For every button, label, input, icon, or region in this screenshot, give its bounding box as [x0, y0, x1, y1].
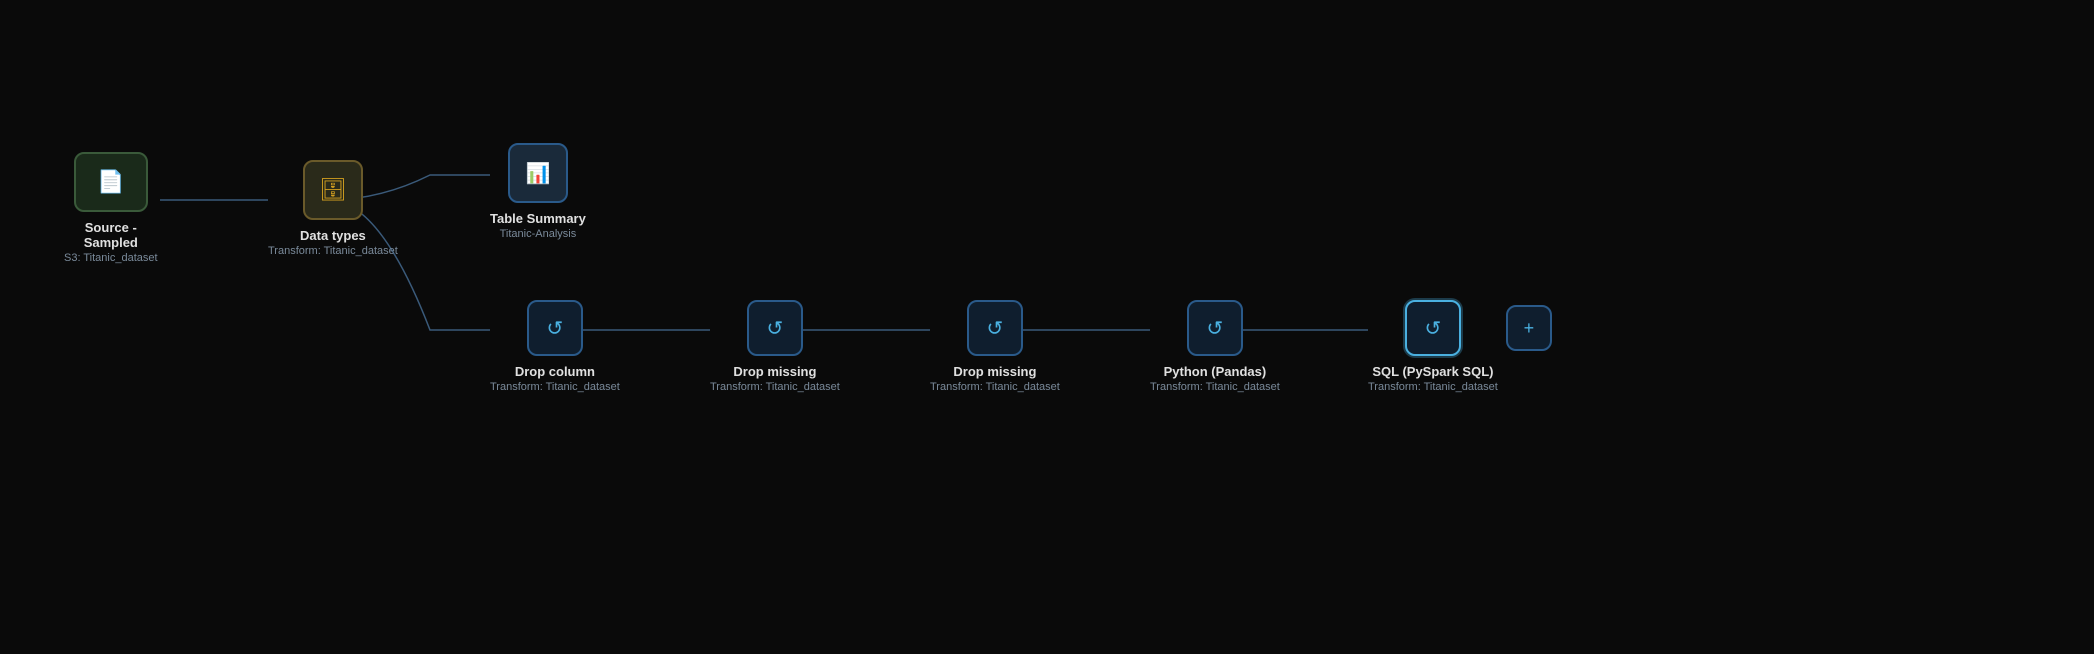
dropmissing1-box[interactable]: ↺ — [747, 300, 803, 356]
datatypes-label: Data types — [300, 228, 366, 243]
pythonpandas-label: Python (Pandas) — [1164, 364, 1267, 379]
source-box[interactable]: 📄 — [74, 152, 148, 212]
pythonpandas-node[interactable]: ↺ Python (Pandas) Transform: Titanic_dat… — [1150, 300, 1280, 393]
pythonpandas-box[interactable]: ↺ — [1187, 300, 1243, 356]
sqlpyspark-box[interactable]: ↺ — [1405, 300, 1461, 356]
tablesummary-icon: 📊 — [525, 161, 550, 186]
dropcolumn-label: Drop column — [515, 364, 595, 379]
datatypes-node[interactable]: 🗄 Data types Transform: Titanic_dataset — [268, 160, 398, 257]
pythonpandas-icon: ↺ — [1207, 316, 1224, 341]
tablesummary-label: Table Summary — [490, 211, 586, 226]
dropmissing1-node[interactable]: ↺ Drop missing Transform: Titanic_datase… — [710, 300, 840, 393]
dropmissing1-icon: ↺ — [767, 316, 784, 341]
dropmissing2-box[interactable]: ↺ — [967, 300, 1023, 356]
tablesummary-sublabel: Titanic-Analysis — [500, 228, 577, 240]
datatypes-sublabel: Transform: Titanic_dataset — [268, 245, 398, 257]
source-icon: 📄 — [97, 169, 124, 195]
datatypes-box[interactable]: 🗄 — [303, 160, 363, 220]
tablesummary-node[interactable]: 📊 Table Summary Titanic-Analysis — [490, 143, 586, 240]
dropmissing2-label: Drop missing — [953, 364, 1036, 379]
sqlpyspark-icon: ↺ — [1425, 316, 1442, 341]
add-icon: + — [1524, 318, 1535, 339]
sqlpyspark-label: SQL (PySpark SQL) — [1372, 364, 1493, 379]
dropmissing2-sublabel: Transform: Titanic_dataset — [930, 381, 1060, 393]
dropmissing1-sublabel: Transform: Titanic_dataset — [710, 381, 840, 393]
source-sublabel: S3: Titanic_dataset — [64, 252, 158, 264]
source-node[interactable]: 📄 Source - Sampled S3: Titanic_dataset — [64, 152, 158, 264]
dropmissing2-node[interactable]: ↺ Drop missing Transform: Titanic_datase… — [930, 300, 1060, 393]
add-node-box[interactable]: + — [1506, 305, 1552, 351]
dropcolumn-sublabel: Transform: Titanic_dataset — [490, 381, 620, 393]
dropmissing2-icon: ↺ — [987, 316, 1004, 341]
pythonpandas-sublabel: Transform: Titanic_dataset — [1150, 381, 1280, 393]
tablesummary-box[interactable]: 📊 — [508, 143, 568, 203]
sqlpyspark-sublabel: Transform: Titanic_dataset — [1368, 381, 1498, 393]
dropcolumn-box[interactable]: ↺ — [527, 300, 583, 356]
dropcolumn-node[interactable]: ↺ Drop column Transform: Titanic_dataset — [490, 300, 620, 393]
datatypes-icon: 🗄 — [319, 177, 347, 203]
sqlpyspark-group: ↺ SQL (PySpark SQL) Transform: Titanic_d… — [1368, 300, 1552, 393]
dropcolumn-icon: ↺ — [547, 316, 564, 341]
source-label: Source - Sampled — [84, 220, 138, 250]
dropmissing1-label: Drop missing — [733, 364, 816, 379]
